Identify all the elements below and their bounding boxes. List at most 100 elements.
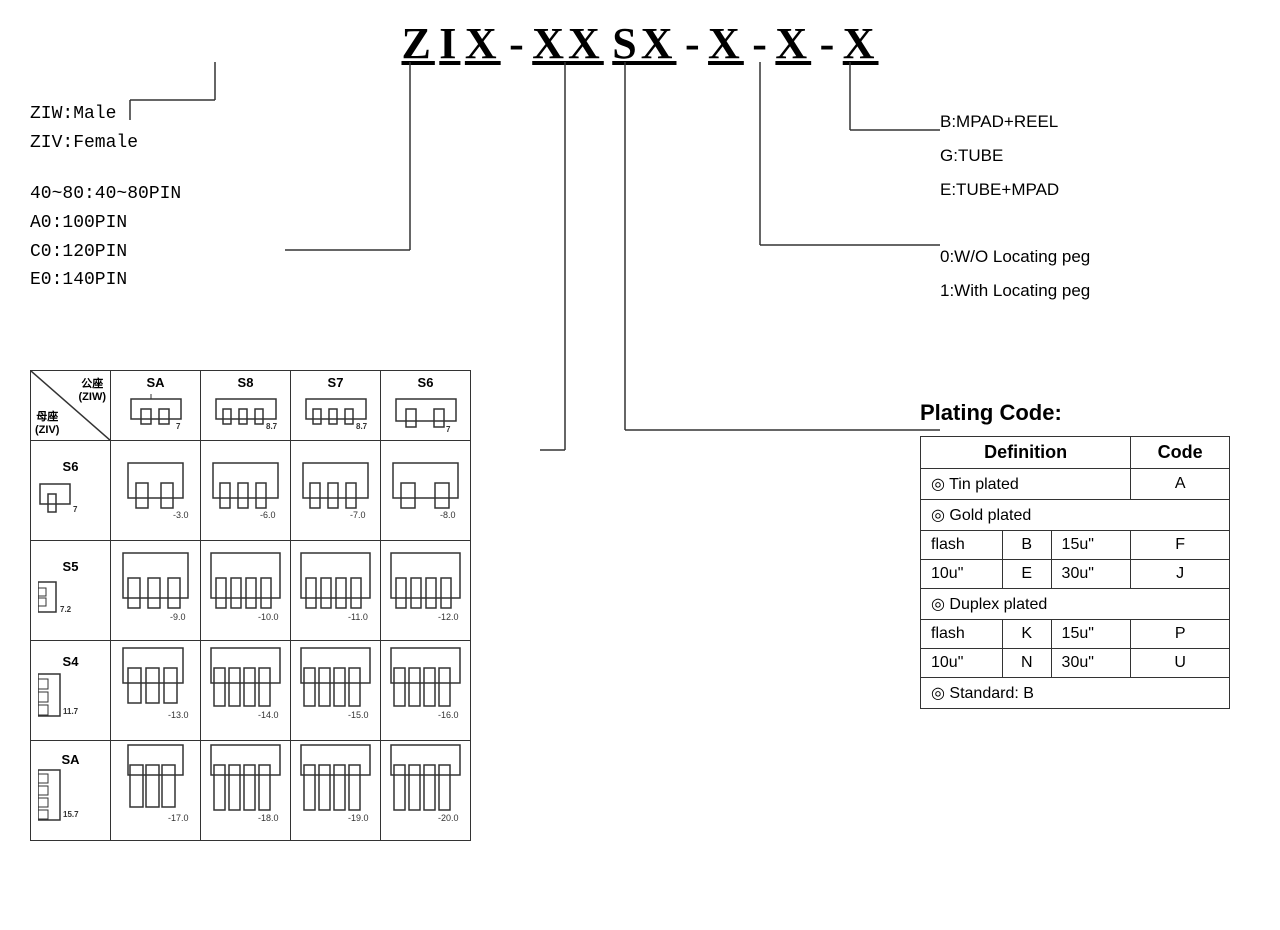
svg-text:8.7: 8.7 [356, 422, 368, 431]
gold-10u-code: E [1002, 560, 1051, 589]
s5-row-connector: 7.2 [38, 574, 103, 619]
cell-s5-s7: -11.0 [291, 541, 381, 641]
packaging-b: B:MPAD+REEL [940, 105, 1240, 139]
svg-text:-7.0: -7.0 [350, 510, 366, 520]
pin-count-labels: 40~80:40~80PIN A0:100PIN C0:120PIN E0:14… [30, 180, 181, 295]
duplex-30u-code: U [1131, 649, 1230, 678]
cell-sa-s7: -19.0 [291, 741, 381, 841]
col-header-s8: S8 8.7 [201, 371, 291, 441]
svg-text:-3.0: -3.0 [173, 510, 189, 520]
s8-header-connector: 8.7 [211, 394, 281, 434]
sa-row-connector: 15.7 [38, 767, 103, 827]
svg-text:15.7: 15.7 [63, 810, 79, 819]
code-char-i: I [439, 19, 460, 68]
corner-label-top: 公座(ZIW) [79, 375, 106, 403]
conn-s6-s7: -7.0 [298, 448, 373, 528]
conn-s5-s6: -12.0 [388, 548, 463, 628]
code-dash-4: - [816, 19, 839, 68]
gold-flash-code: B [1002, 531, 1051, 560]
cell-sa-sa: -17.0 [111, 741, 201, 841]
code-char-x4: X [843, 19, 879, 68]
pin-label-1: 40~80:40~80PIN [30, 180, 181, 209]
conn-sa-sa: -17.0 [118, 743, 193, 833]
gold-flash-label: flash [921, 531, 1003, 560]
cell-s6-sa: -3.0 [111, 441, 201, 541]
gold-15u-label: 15u" [1051, 531, 1131, 560]
duplex-15u-code: P [1131, 620, 1230, 649]
plating-row-duplex-header: ◎ Duplex plated [921, 589, 1230, 620]
plating-row-duplex-1: flash K 15u" P [921, 620, 1230, 649]
conn-s4-sa: -13.0 [118, 643, 193, 733]
cell-sa-s8: -18.0 [201, 741, 291, 841]
packaging-e: E:TUBE+MPAD [940, 173, 1240, 207]
gold-10u-label: 10u" [921, 560, 1003, 589]
connector-table: 公座(ZIW) 母座(ZIV) SA 7 [30, 370, 471, 841]
cell-s6-s8: -6.0 [201, 441, 291, 541]
pin-label-3: C0:120PIN [30, 238, 181, 267]
part-number-display: Z I X - XX SX - X - X - X [50, 18, 1230, 69]
row-label-s4: S4 11.7 [31, 641, 111, 741]
s4-row-connector: 11.7 [38, 669, 103, 724]
gender-labels: ZIW:Male ZIV:Female [30, 100, 138, 158]
plating-row-gold-header: ◎ Gold plated [921, 500, 1230, 531]
svg-text:-10.0: -10.0 [258, 612, 279, 622]
table-row-sa: SA 15.7 [31, 741, 471, 841]
sa-header-connector: 7 [121, 394, 191, 434]
conn-s4-s8: -14.0 [208, 643, 283, 733]
main-container: Z I X - XX SX - X - X - X ZIW:Ma [0, 0, 1280, 930]
conn-sa-s6: -20.0 [388, 743, 463, 833]
conn-s5-sa: -9.0 [118, 548, 193, 628]
plating-row-standard: ◎ Standard: B [921, 678, 1230, 709]
svg-text:-12.0: -12.0 [438, 612, 459, 622]
conn-s6-sa: -3.0 [118, 448, 193, 528]
svg-text:-11.0: -11.0 [348, 612, 368, 622]
code-dash-3: - [748, 19, 771, 68]
svg-text:7: 7 [73, 505, 78, 514]
code-dash-1: - [505, 19, 528, 68]
standard-label: ◎ Standard: B [921, 678, 1230, 709]
row-label-sa: SA 15.7 [31, 741, 111, 841]
cell-sa-s6: -20.0 [381, 741, 471, 841]
pin-label-2: A0:100PIN [30, 209, 181, 238]
svg-text:-19.0: -19.0 [348, 813, 369, 823]
svg-text:-6.0: -6.0 [260, 510, 276, 520]
s7-header-connector: 8.7 [301, 394, 371, 434]
code-char-x3: X [775, 19, 811, 68]
table-row-s5: S5 7.2 [31, 541, 471, 641]
duplex-flash-code: K [1002, 620, 1051, 649]
plating-section: Plating Code: Definition Code ◎ Tin plat… [920, 400, 1250, 709]
svg-text:11.7: 11.7 [63, 707, 79, 716]
svg-text:8.7: 8.7 [266, 422, 278, 431]
packaging-section: B:MPAD+REEL G:TUBE E:TUBE+MPAD [940, 105, 1240, 207]
corner-label-bottom: 母座(ZIV) [35, 408, 59, 436]
gold-30u-label: 30u" [1051, 560, 1131, 589]
code-char-sx: SX [612, 19, 676, 68]
col-header-s6: S6 7 [381, 371, 471, 441]
gold-15u-code: F [1131, 531, 1230, 560]
plating-table: Definition Code ◎ Tin plated A ◎ Gold pl… [920, 436, 1230, 709]
svg-text:7.2: 7.2 [60, 605, 72, 614]
cell-s5-s6: -12.0 [381, 541, 471, 641]
svg-text:-13.0: -13.0 [168, 710, 189, 720]
plating-row-duplex-2: 10u" N 30u" U [921, 649, 1230, 678]
locating-0: 0:W/O Locating peg [940, 240, 1240, 274]
locating-labels: 0:W/O Locating peg 1:With Locating peg [940, 240, 1240, 308]
svg-text:-8.0: -8.0 [440, 510, 456, 520]
row-label-s5: S5 7.2 [31, 541, 111, 641]
cell-s5-s8: -10.0 [201, 541, 291, 641]
duplex-10u-label: 10u" [921, 649, 1003, 678]
conn-s5-s7: -11.0 [298, 548, 373, 628]
pin-label-4: E0:140PIN [30, 266, 181, 295]
svg-text:7: 7 [176, 422, 181, 431]
code-char-x2: X [708, 19, 744, 68]
conn-s6-s8: -6.0 [208, 448, 283, 528]
cell-s5-sa: -9.0 [111, 541, 201, 641]
svg-text:7: 7 [446, 425, 451, 434]
cell-s4-s6: -16.0 [381, 641, 471, 741]
code-dash-2: - [681, 19, 704, 68]
code-char-z: Z [401, 19, 434, 68]
gold-plated-label: ◎ Gold plated [921, 500, 1230, 531]
cell-s6-s7: -7.0 [291, 441, 381, 541]
conn-s4-s7: -15.0 [298, 643, 373, 733]
conn-s6-s6: -8.0 [388, 448, 463, 528]
